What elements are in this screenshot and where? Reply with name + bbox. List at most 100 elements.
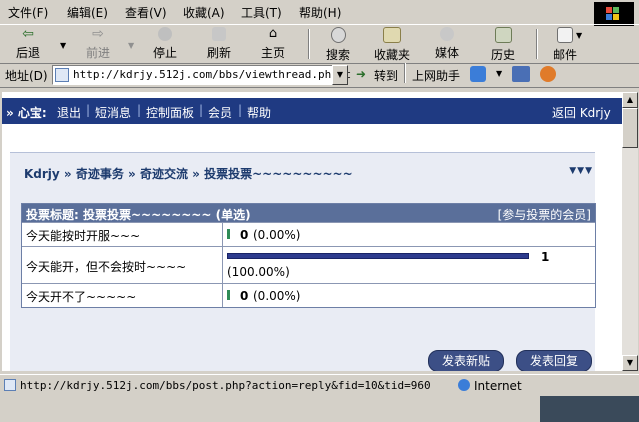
new-post-label: 发表新贴 [441,354,490,368]
status-bar: http://kdrjy.512j.com/bbs/post.php?actio… [0,374,639,397]
address-separator [404,63,406,83]
poll-option-percent: (100.00%) [227,265,290,279]
nav-divider: | [238,103,243,117]
poll-option-votes: 1 [541,250,550,264]
forum-nav-bar: » 心宝: 退出 | 短消息 | 控制面板 | 会员 | 帮助 返回 Kdrjy [2,98,622,124]
address-input[interactable]: http://kdrjy.512j.com/bbs/viewthread.php… [52,65,351,85]
go-button[interactable]: 转到 [374,67,398,84]
address-bar: 地址(D) http://kdrjy.512j.com/bbs/viewthre… [0,63,639,88]
forward-dropdown-icon[interactable]: ▼ [128,41,134,50]
security-zone: Internet [474,379,522,393]
poll-option-row: 今天能开，但不会按时~~~~ 1 (100.00%) [22,246,595,283]
scroll-up-icon[interactable]: ▲ [622,92,638,108]
user-greeting: » 心宝: [6,106,47,120]
menu-file[interactable]: 文件(F) [8,4,48,21]
poll-option-percent: (0.00%) [253,289,301,303]
address-label: 地址(D) [5,69,48,83]
new-post-button[interactable]: 发表新贴 [428,350,504,371]
poll-option-row: 今天能按时开服~~~ 0 (0.00%) [22,222,595,246]
page-content: » 心宝: 退出 | 短消息 | 控制面板 | 会员 | 帮助 返回 Kdrjy… [2,92,622,371]
poll-table: 投票标题: 投票投票~~~~~~~~ (单选) [参与投票的会员] 今天能按时开… [21,203,596,308]
toolbar-separator [308,29,310,59]
vertical-scrollbar[interactable]: ▲ ▼ [622,92,638,371]
thread-panel: Kdrjy » 奇迹事务 » 奇迹交流 » 投票投票~~~~~~~~~~ ▼▼▼… [10,152,596,371]
menu-bar: 文件(F) 编辑(E) 查看(V) 收藏(A) 工具(T) 帮助(H) [0,0,639,22]
nav-members-link[interactable]: 会员 [208,104,232,121]
poll-option-row: 今天开不了~~~~~ 0 (0.00%) [22,283,595,307]
poll-option-result: 0 (0.00%) [222,284,300,307]
history-button[interactable]: 历史 [486,27,520,62]
globe-icon [458,379,470,391]
toolbar: ⇦ 后退 ▼ ⇨ 前进 ▼ 停止 刷新 ⌂ 主页 搜索 收藏夹 媒体 历史 邮件… [0,24,639,64]
poll-bar-stub [227,229,230,239]
menu-favorites[interactable]: 收藏(A) [183,4,225,21]
refresh-icon [212,27,226,41]
scroll-down-icon[interactable]: ▼ [622,355,638,371]
mail-icon [557,27,573,43]
helper-dropdown-icon[interactable]: ▼ [496,69,502,78]
reply-button[interactable]: 发表回复 [516,350,592,371]
poll-option-result: 1 (100.00%) [222,247,549,283]
toolbar-separator [536,29,538,59]
back-button[interactable]: ⇦ 后退 [10,27,46,61]
scroll-thumb[interactable] [622,108,638,148]
nav-control-panel-link[interactable]: 控制面板 [146,104,194,121]
back-arrow-icon: ⇦ [22,26,34,42]
breadcrumb-category[interactable]: 奇迹事务 [76,167,124,181]
poll-title: 投票标题: 投票投票~~~~~~~~ (单选) [26,208,251,222]
menu-tools[interactable]: 工具(T) [241,4,282,21]
menu-help[interactable]: 帮助(H) [299,4,341,21]
favorites-button[interactable]: 收藏夹 [370,27,414,62]
page-icon [55,68,69,82]
stop-icon [158,27,172,41]
history-icon [494,27,512,43]
address-dropdown-icon[interactable]: ▼ [332,65,348,85]
menu-edit[interactable]: 编辑(E) [67,4,108,21]
nav-divider: | [137,103,142,117]
nav-messages-link[interactable]: 短消息 [95,104,131,121]
media-button[interactable]: 媒体 [430,27,464,61]
tool-icon[interactable] [540,66,556,82]
books-icon[interactable] [512,66,530,82]
refresh-button[interactable]: 刷新 [202,27,236,61]
poll-option-label: 今天能开，但不会按时~~~~ [26,260,187,274]
poll-option-label: 今天开不了~~~~~ [26,290,137,304]
media-icon [440,27,454,41]
nav-divider: | [86,103,91,117]
home-icon: ⌂ [268,26,278,41]
poll-voters-link[interactable]: [参与投票的会员] [498,206,591,223]
poll-header: 投票标题: 投票投票~~~~~~~~ (单选) [参与投票的会员] [22,204,595,222]
nav-logout-link[interactable]: 退出 [57,104,81,121]
poll-bar [227,253,529,259]
menu-view[interactable]: 查看(V) [125,4,167,21]
poll-option-label: 今天能按时开服~~~ [26,229,141,243]
desktop-background [540,396,639,422]
breadcrumb-board[interactable]: 奇迹交流 [140,167,188,181]
poll-option-result: 0 (0.00%) [222,223,300,246]
home-button[interactable]: ⌂ 主页 [256,27,290,61]
helper-icon[interactable] [470,66,486,82]
address-url[interactable]: http://kdrjy.512j.com/bbs/viewthread.php… [73,68,351,81]
search-icon [330,27,346,43]
mail-dropdown-icon[interactable]: ▼ [576,31,582,40]
search-button[interactable]: 搜索 [320,27,356,62]
forward-button[interactable]: ⇨ 前进 [80,27,116,61]
windows-logo-icon [594,2,634,26]
status-text: http://kdrjy.512j.com/bbs/post.php?actio… [20,379,431,392]
thread-nav-arrows-icon[interactable]: ▼▼▼ [569,166,593,176]
forward-arrow-icon: ⇨ [92,26,104,42]
go-arrow-icon[interactable]: ➜ [356,67,366,81]
poll-option-votes: 0 [240,228,249,242]
helper-button[interactable]: 上网助手 [412,67,460,84]
breadcrumb: Kdrjy » 奇迹事务 » 奇迹交流 » 投票投票~~~~~~~~~~ [24,167,353,181]
breadcrumb-forum-home[interactable]: Kdrjy [24,167,60,181]
poll-bar-stub [227,290,230,300]
reply-label: 发表回复 [529,354,578,368]
stop-button[interactable]: 停止 [148,27,182,61]
nav-help-link[interactable]: 帮助 [247,104,271,121]
nav-back-link[interactable]: 返回 Kdrjy [552,104,611,121]
back-dropdown-icon[interactable]: ▼ [60,41,66,50]
status-page-icon [4,379,16,391]
breadcrumb-thread: 投票投票~~~~~~~~~~ [204,167,353,181]
poll-option-percent: (0.00%) [253,228,301,242]
